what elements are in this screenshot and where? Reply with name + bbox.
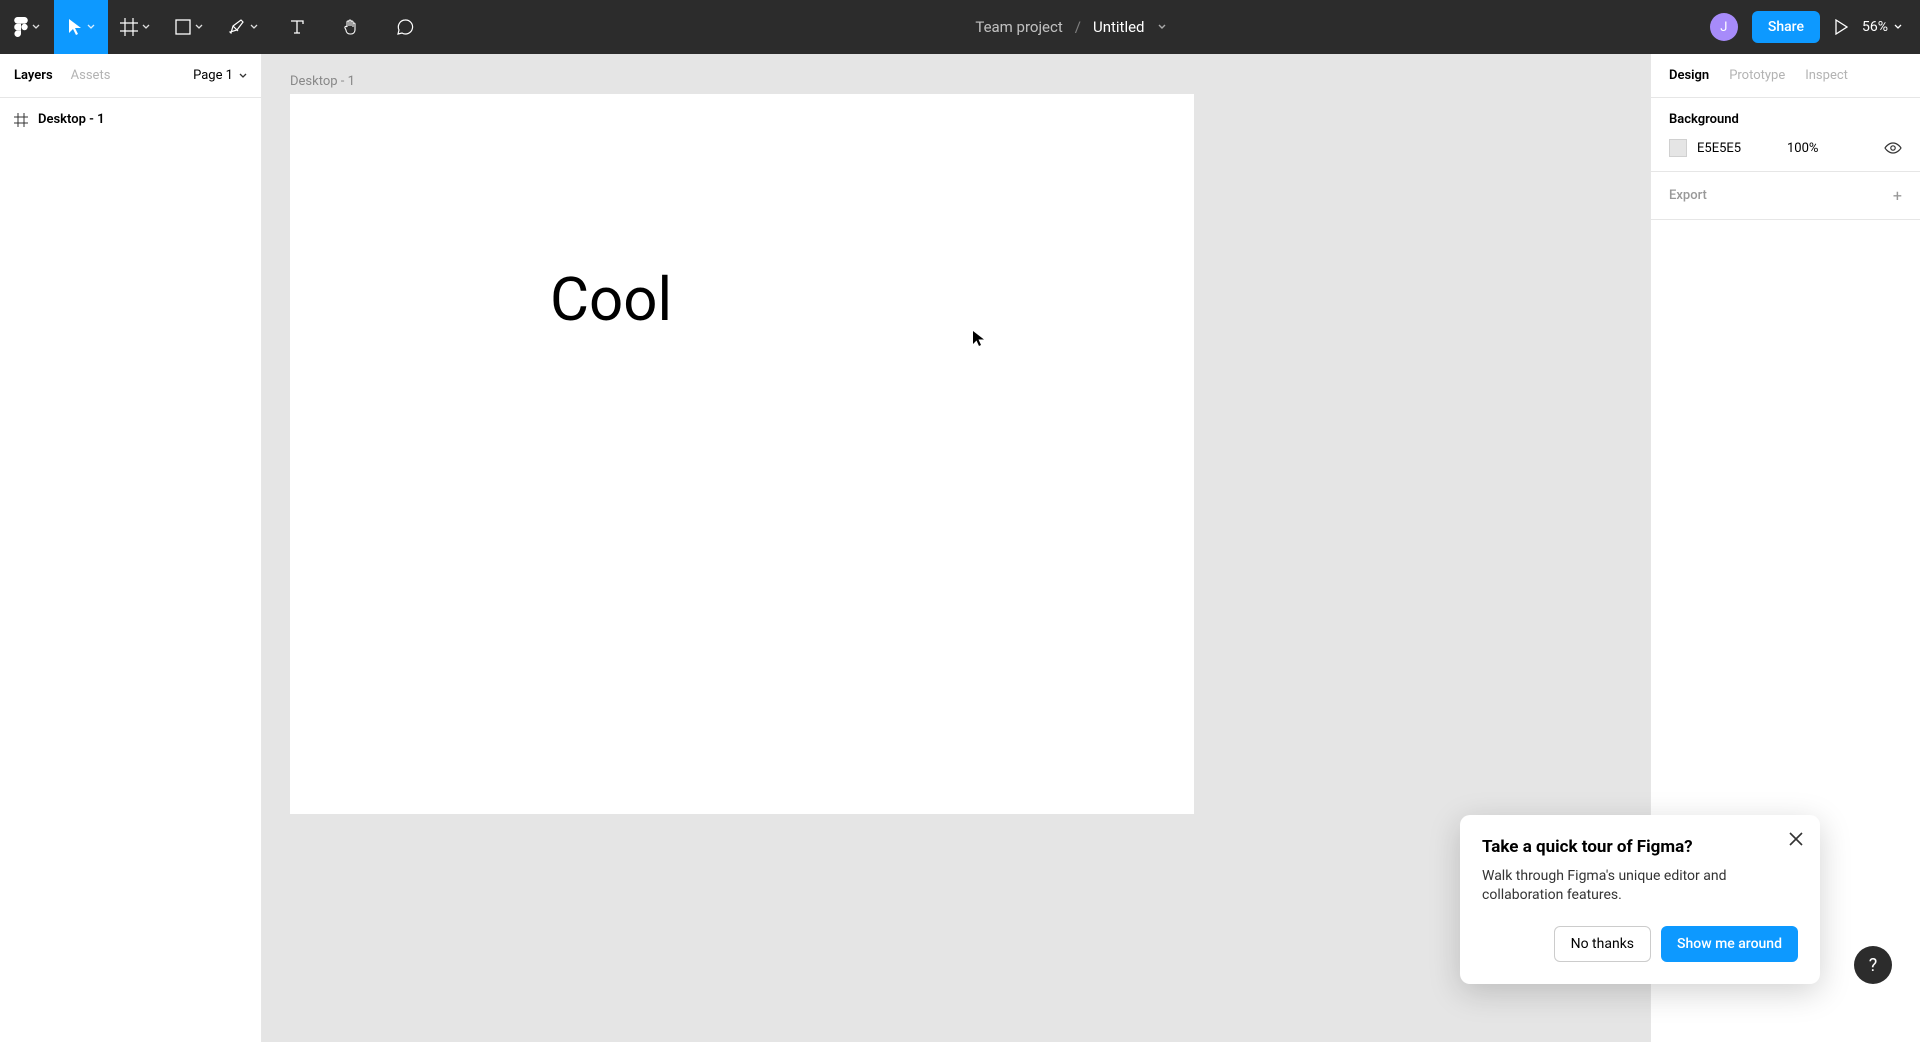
background-section: Background E5E5E5 100% bbox=[1651, 98, 1920, 172]
toolbar-right: J Share 56% bbox=[1710, 11, 1920, 43]
background-section-title: Background bbox=[1669, 112, 1902, 127]
tab-design[interactable]: Design bbox=[1669, 68, 1709, 83]
chevron-down-icon bbox=[32, 23, 40, 31]
chevron-down-icon bbox=[142, 23, 150, 31]
left-panel-header: Layers Assets Page 1 bbox=[0, 54, 261, 98]
file-name[interactable]: Untitled bbox=[1093, 18, 1145, 36]
frame-desktop-1[interactable]: Cool bbox=[290, 94, 1194, 814]
show-me-around-button[interactable]: Show me around bbox=[1661, 926, 1798, 962]
page-selector[interactable]: Page 1 bbox=[193, 68, 247, 83]
text-icon bbox=[289, 19, 305, 35]
comment-tool-button[interactable] bbox=[378, 0, 432, 54]
bg-opacity-value[interactable]: 100% bbox=[1787, 141, 1874, 156]
main-menu-button[interactable] bbox=[0, 0, 54, 54]
background-row: E5E5E5 100% bbox=[1669, 139, 1902, 157]
frame-tool-button[interactable] bbox=[108, 0, 162, 54]
text-layer[interactable]: Cool bbox=[550, 264, 672, 335]
tour-body: Walk through Figma's unique editor and c… bbox=[1482, 867, 1798, 906]
layer-row[interactable]: Desktop - 1 bbox=[0, 106, 261, 133]
close-icon bbox=[1788, 831, 1804, 847]
play-icon bbox=[1834, 19, 1848, 35]
tour-actions: No thanks Show me around bbox=[1482, 926, 1798, 962]
canvas[interactable]: Desktop - 1 Cool bbox=[262, 54, 1650, 1042]
toolbar-left bbox=[0, 0, 432, 54]
chevron-down-icon bbox=[239, 72, 247, 80]
frame-label[interactable]: Desktop - 1 bbox=[290, 74, 355, 89]
add-export-button[interactable]: + bbox=[1893, 186, 1902, 205]
breadcrumb-separator: / bbox=[1075, 18, 1081, 36]
color-swatch[interactable] bbox=[1669, 139, 1687, 157]
team-name[interactable]: Team project bbox=[975, 18, 1062, 36]
cursor-icon bbox=[67, 18, 83, 36]
layer-name: Desktop - 1 bbox=[38, 112, 105, 127]
bg-hex-value[interactable]: E5E5E5 bbox=[1697, 141, 1767, 156]
left-panel: Layers Assets Page 1 Desktop - 1 bbox=[0, 54, 262, 1042]
rectangle-icon bbox=[175, 19, 191, 35]
chevron-down-icon bbox=[195, 23, 203, 31]
export-section-title: Export bbox=[1669, 188, 1707, 203]
tab-layers[interactable]: Layers bbox=[14, 68, 53, 83]
help-button[interactable]: ? bbox=[1854, 946, 1892, 984]
no-thanks-button[interactable]: No thanks bbox=[1554, 926, 1651, 962]
cursor-pointer-icon bbox=[972, 330, 986, 348]
tab-prototype[interactable]: Prototype bbox=[1729, 68, 1785, 83]
tour-popup: Take a quick tour of Figma? Walk through… bbox=[1460, 815, 1820, 984]
frame-icon bbox=[120, 18, 138, 36]
tab-assets[interactable]: Assets bbox=[71, 68, 111, 83]
tour-close-button[interactable] bbox=[1788, 831, 1804, 847]
zoom-control[interactable]: 56% bbox=[1862, 19, 1902, 35]
frame-icon bbox=[14, 113, 28, 127]
visibility-icon[interactable] bbox=[1884, 142, 1902, 154]
help-icon: ? bbox=[1869, 955, 1878, 976]
avatar-initial: J bbox=[1720, 20, 1727, 35]
user-avatar[interactable]: J bbox=[1710, 13, 1738, 41]
zoom-value: 56% bbox=[1862, 19, 1888, 35]
figma-logo-icon bbox=[14, 17, 28, 37]
tab-inspect[interactable]: Inspect bbox=[1805, 68, 1848, 83]
layers-list: Desktop - 1 bbox=[0, 98, 261, 141]
hand-icon bbox=[342, 18, 360, 36]
comment-icon bbox=[396, 18, 414, 36]
export-row: Export + bbox=[1669, 186, 1902, 205]
right-panel-tabs: Design Prototype Inspect bbox=[1651, 54, 1920, 98]
share-button[interactable]: Share bbox=[1752, 11, 1820, 43]
pen-tool-button[interactable] bbox=[216, 0, 270, 54]
text-tool-button[interactable] bbox=[270, 0, 324, 54]
shape-tool-button[interactable] bbox=[162, 0, 216, 54]
present-button[interactable] bbox=[1834, 19, 1848, 35]
move-tool-button[interactable] bbox=[54, 0, 108, 54]
tour-title: Take a quick tour of Figma? bbox=[1482, 837, 1798, 857]
chevron-down-icon bbox=[250, 23, 258, 31]
export-section: Export + bbox=[1651, 172, 1920, 220]
page-label: Page 1 bbox=[193, 68, 233, 83]
hand-tool-button[interactable] bbox=[324, 0, 378, 54]
left-panel-tabs: Layers Assets bbox=[14, 68, 110, 83]
chevron-down-icon bbox=[87, 23, 95, 31]
toolbar: Team project / Untitled J Share 56% bbox=[0, 0, 1920, 54]
pen-icon bbox=[228, 18, 246, 36]
chevron-down-icon[interactable] bbox=[1157, 22, 1167, 32]
chevron-down-icon bbox=[1894, 23, 1902, 31]
toolbar-breadcrumb: Team project / Untitled bbox=[432, 18, 1710, 36]
